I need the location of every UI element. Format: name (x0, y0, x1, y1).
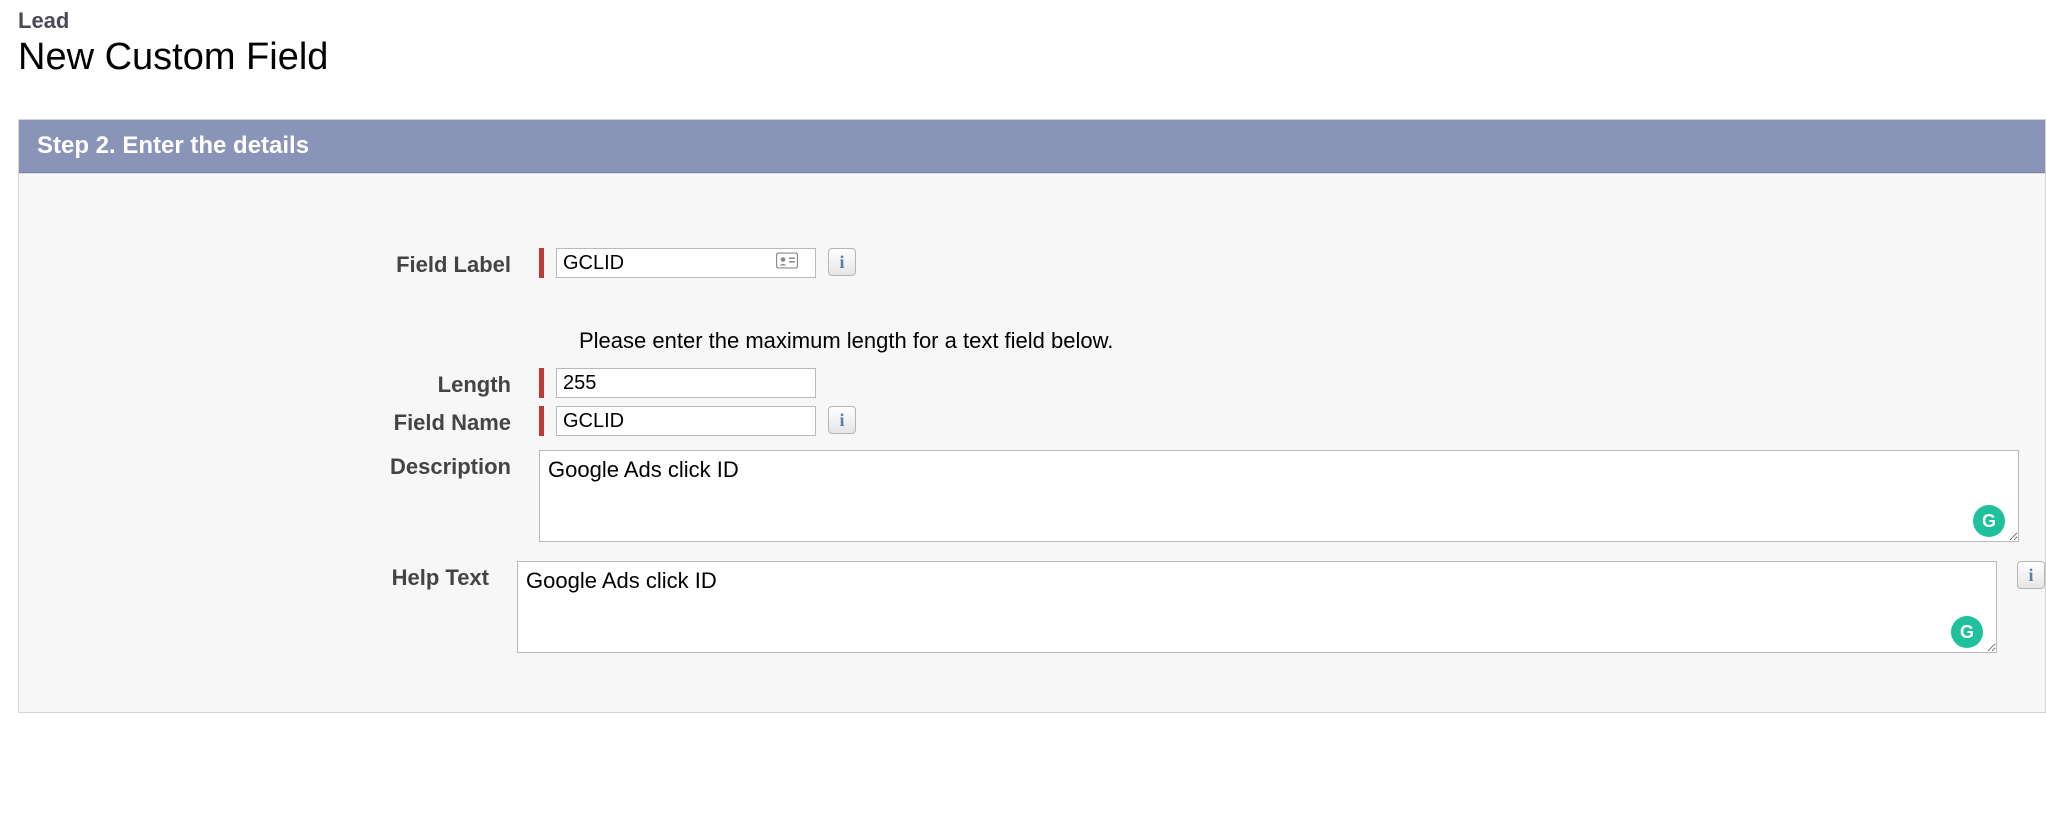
row-field-label: Field Label (19, 248, 2045, 278)
step-panel: Step 2. Enter the details Field Label (18, 119, 2046, 713)
info-button-field-name[interactable]: i (828, 406, 856, 434)
info-icon: i (2028, 566, 2033, 584)
label-description: Description (19, 450, 539, 480)
label-field-name: Field Name (19, 406, 539, 436)
info-icon: i (839, 253, 844, 271)
field-name-input[interactable] (556, 406, 816, 436)
step-header: Step 2. Enter the details (19, 120, 2045, 173)
field-label-input[interactable] (556, 248, 816, 278)
form-body: Field Label (19, 173, 2045, 712)
info-button-field-label[interactable]: i (828, 248, 856, 276)
info-icon: i (839, 411, 844, 429)
info-button-help-text[interactable]: i (2017, 561, 2045, 589)
required-indicator (539, 368, 544, 398)
label-help-text: Help Text (19, 561, 517, 591)
description-textarea[interactable] (539, 450, 2019, 542)
row-length: Length (19, 368, 2045, 398)
help-text-textarea[interactable] (517, 561, 1997, 653)
row-help-text: Help Text G i (19, 561, 2045, 658)
label-field-label: Field Label (19, 248, 539, 278)
length-instruction-text: Please enter the maximum length for a te… (19, 328, 2045, 354)
row-field-name: Field Name i (19, 406, 2045, 436)
required-indicator (539, 406, 544, 436)
label-length: Length (19, 368, 539, 398)
required-indicator (539, 248, 544, 278)
page-title: New Custom Field (18, 36, 2046, 79)
row-description: Description G (19, 450, 2045, 547)
length-input[interactable] (556, 368, 816, 398)
breadcrumb: Lead (18, 8, 2046, 34)
